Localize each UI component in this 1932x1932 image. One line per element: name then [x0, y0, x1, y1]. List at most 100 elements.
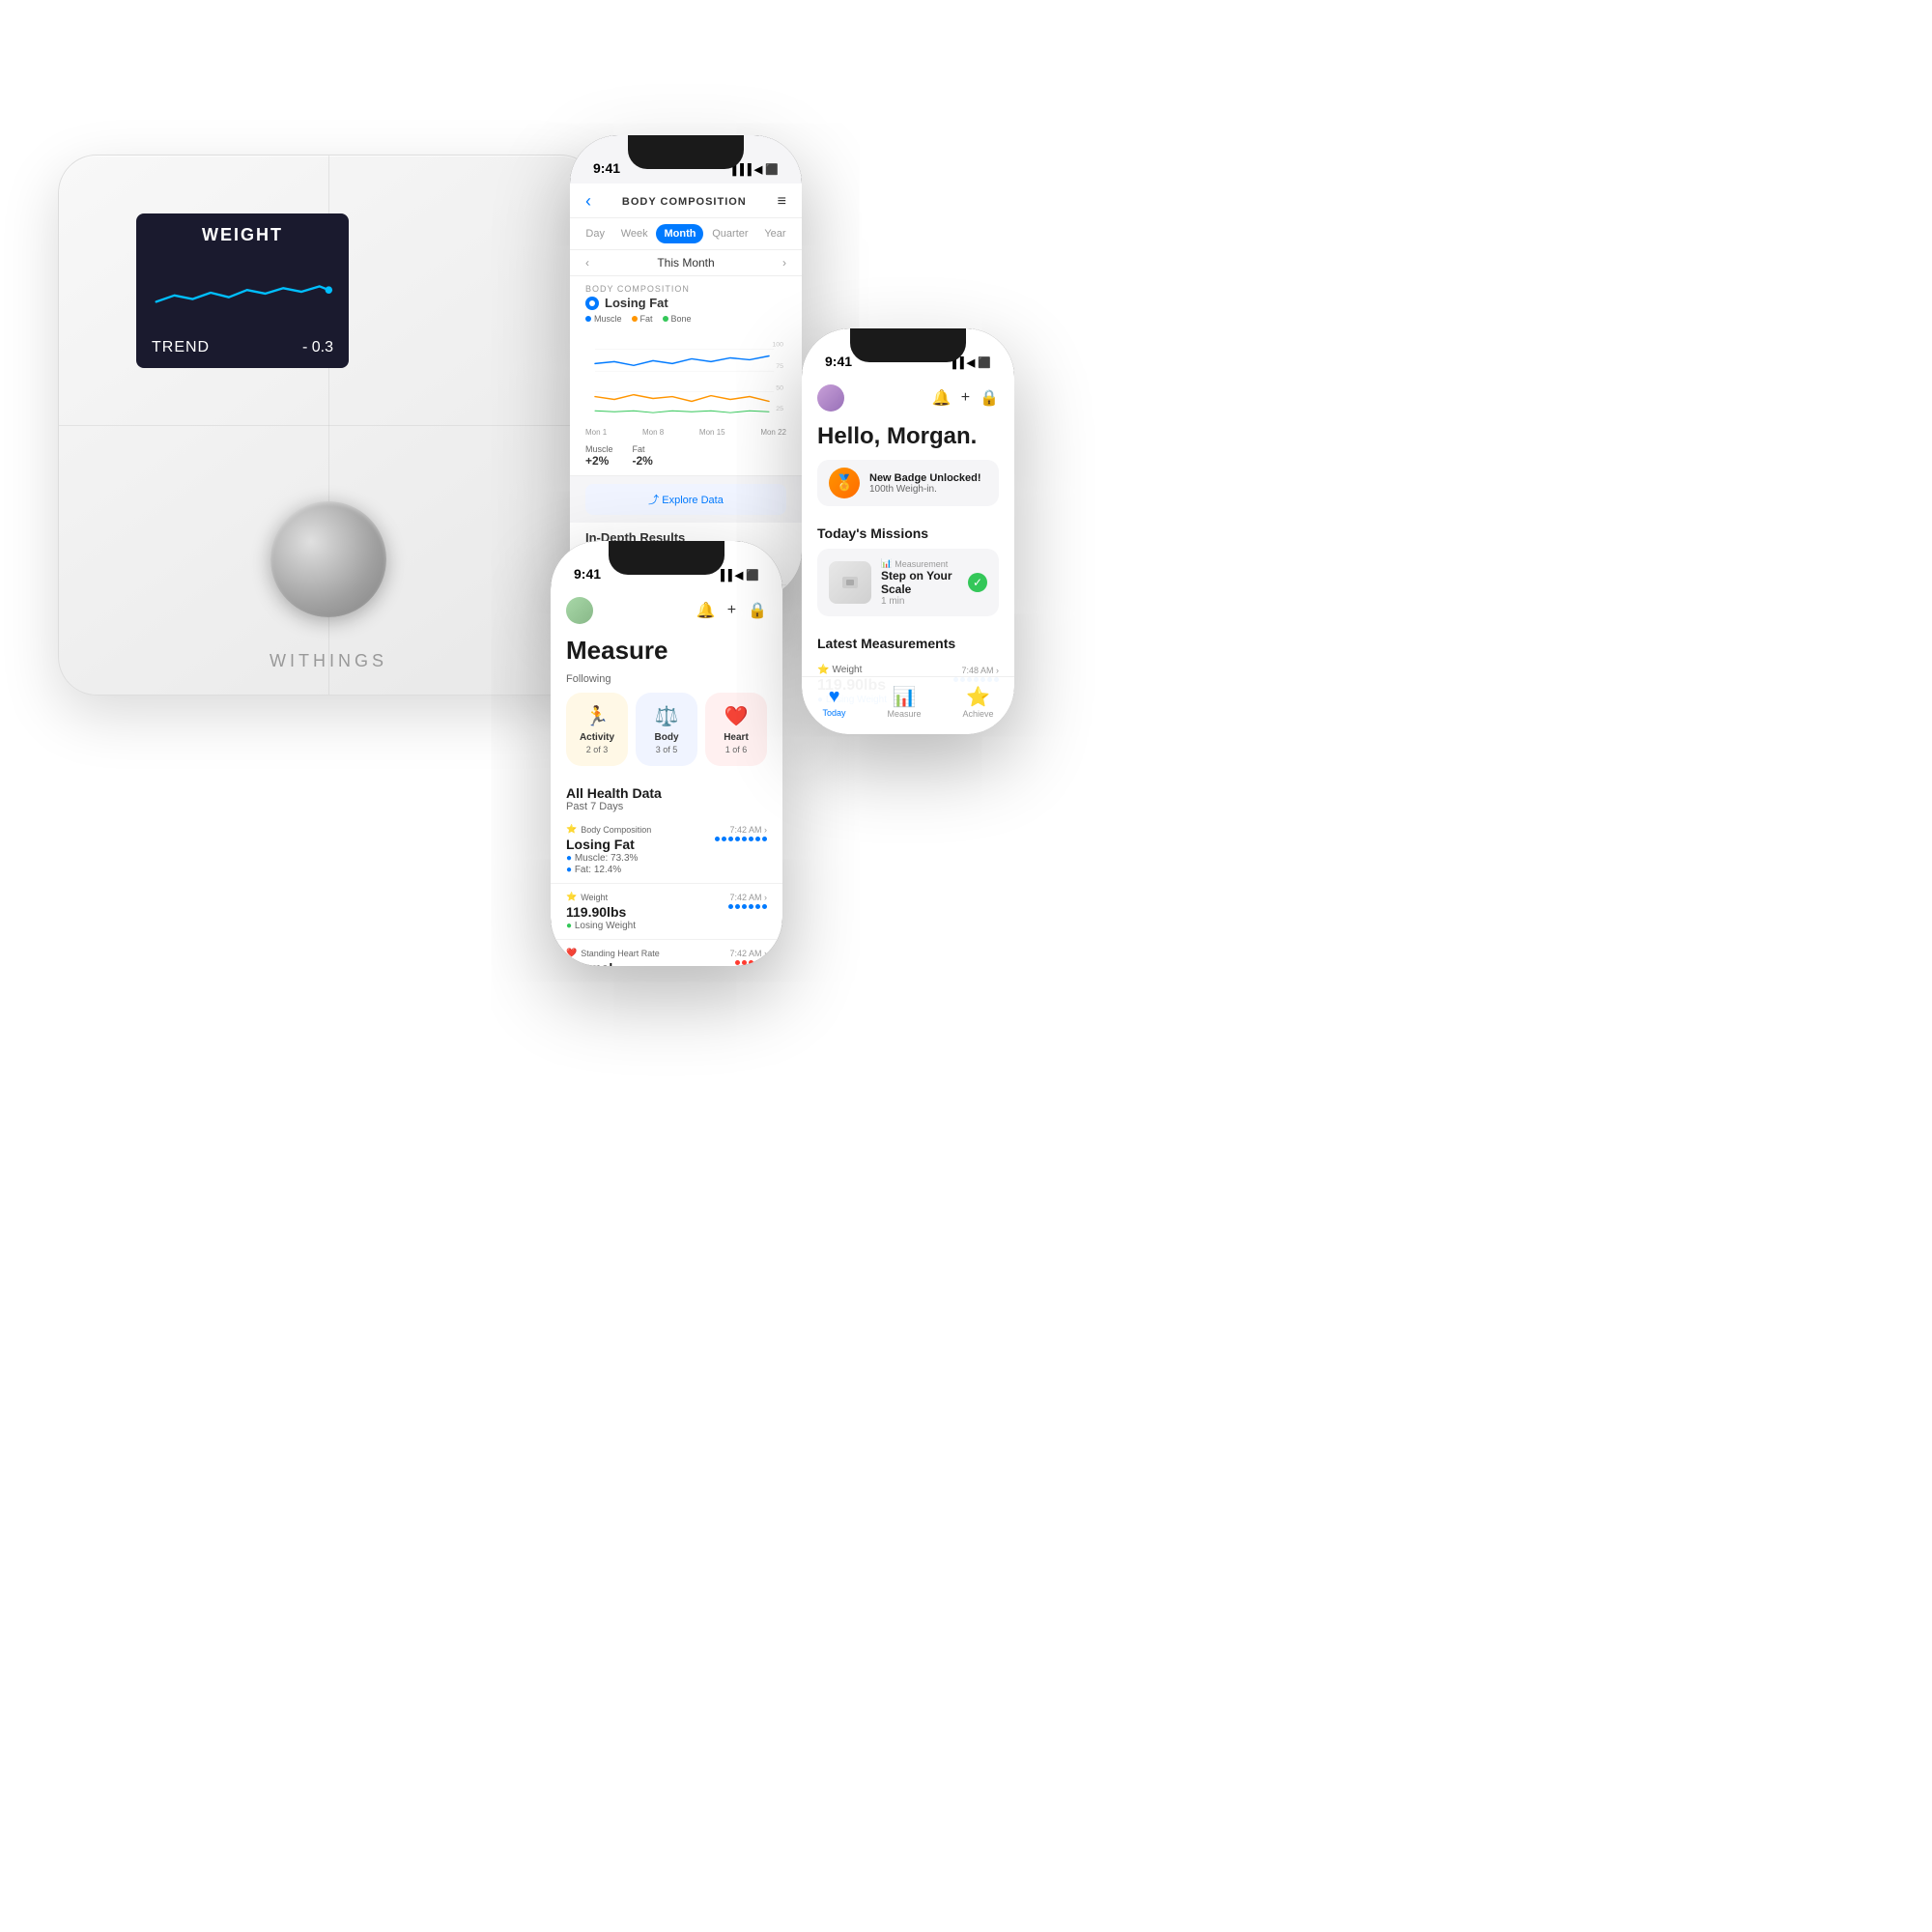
all-health-title: All Health Data	[566, 785, 767, 801]
body-comp-icon: ⭐	[566, 824, 577, 835]
bc-menu-btn[interactable]: ≡	[778, 193, 786, 211]
heart-rate-icon: ❤️	[566, 948, 577, 958]
heart-sparkline	[735, 960, 767, 965]
morgan-header-bar: 🔔 + 🔒	[802, 377, 1014, 419]
fat-dot: ●	[566, 865, 572, 875]
tab-quarter[interactable]: Quarter	[704, 224, 755, 243]
bc-explore-btn[interactable]: ⤴ Explore Data	[585, 484, 786, 515]
today-icon: ♥	[822, 686, 845, 708]
bc-status-text: Losing Fat	[605, 296, 668, 310]
weight-type: Weight	[832, 665, 862, 675]
bc-prev-period[interactable]: ‹	[585, 256, 589, 270]
tab-month[interactable]: Month	[656, 224, 703, 243]
tab-achieve[interactable]: ⭐ Achieve	[962, 685, 993, 719]
mission-thumbnail	[829, 561, 871, 604]
bc-next-period[interactable]: ›	[782, 256, 786, 270]
heart-card[interactable]: ❤️ Heart 1 of 6	[705, 693, 767, 766]
activity-icon: 🏃	[574, 704, 620, 728]
weight-star-icon: ⭐	[817, 665, 829, 675]
badge-text: New Badge Unlocked! 100th Weigh-in.	[869, 472, 981, 495]
bc-stat-fat: Fat -2%	[633, 444, 653, 468]
following-cards: 🏃 Activity 2 of 3 ⚖️ Body 3 of 5 ❤️ Hear…	[551, 693, 782, 778]
phone1-time: 9:41	[593, 160, 620, 176]
mission-type-label: Measurement	[895, 559, 948, 569]
body-card[interactable]: ⚖️ Body 3 of 5	[636, 693, 697, 766]
weight-status-dot: ●	[566, 921, 572, 931]
morgan-lock-icon[interactable]: 🔒	[980, 388, 999, 408]
health-item-body-composition[interactable]: ⭐ Body Composition 7:42 AM › Losing Fat …	[551, 816, 782, 884]
badge-sub: 100th Weigh-in.	[869, 484, 981, 495]
badge-card: 🏅 New Badge Unlocked! 100th Weigh-in.	[817, 460, 999, 506]
latest-weight-type: ⭐ Weight	[817, 665, 862, 675]
missions-section: Today's Missions 📊 Measurement Step on Y…	[802, 518, 1014, 628]
bc-screen-title: BODY COMPOSITION	[622, 196, 747, 208]
legend-bone: Bone	[663, 314, 692, 324]
morgan-plus-icon[interactable]: +	[961, 389, 970, 407]
missions-title: Today's Missions	[817, 526, 999, 541]
activity-progress: 2 of 3	[574, 745, 620, 754]
heart-card-name: Heart	[713, 732, 759, 743]
measure-header-icons: 🔔 + 🔒	[696, 601, 767, 620]
lock-icon[interactable]: 🔒	[748, 601, 767, 620]
tab-day[interactable]: Day	[578, 224, 612, 243]
body-comp-type-label: Body Composition	[581, 825, 651, 835]
weight-sparkline	[728, 904, 767, 909]
body-icon: ⚖️	[643, 704, 690, 728]
body-comp-detail2: ● Fat: 12.4%	[566, 865, 638, 875]
health-item-time-1: 7:42 AM ›	[729, 825, 767, 835]
achieve-icon: ⭐	[962, 685, 993, 709]
mission-check: ✓	[968, 573, 987, 592]
tab-measure-label: Measure	[887, 709, 921, 719]
mission-name: Step on Your Scale	[881, 569, 958, 596]
explore-icon: ⤴	[648, 495, 659, 506]
chart-label-3: Mon 15	[699, 428, 725, 437]
heart-rate-val: Normal	[566, 960, 612, 966]
svg-text:25: 25	[776, 406, 783, 412]
measure-tab-icon: 📊	[887, 685, 921, 709]
morgan-header-icons: 🔔 + 🔒	[932, 388, 999, 408]
heart-icon: ❤️	[713, 704, 759, 728]
bell-icon[interactable]: 🔔	[696, 601, 716, 620]
tab-week[interactable]: Week	[613, 224, 656, 243]
activity-card-name: Activity	[574, 732, 620, 743]
body-comp-detail1: ● Muscle: 73.3%	[566, 853, 638, 864]
bc-status-dot	[585, 297, 599, 310]
explore-label: Explore Data	[662, 495, 724, 506]
chart-label-1: Mon 1	[585, 428, 607, 437]
phone1-status-bar: 9:41 ▐▐▐ ◀ ⬛	[570, 135, 802, 184]
bc-chart: 100 75 50 25	[570, 331, 802, 428]
bc-stats-row: Muscle +2% Fat -2%	[570, 440, 802, 476]
mission-card[interactable]: 📊 Measurement Step on Your Scale 1 min ✓	[817, 549, 999, 616]
phone-measure: 9:41 ▐▐ ◀ ⬛ 🔔 + 🔒 Measure Following 🏃 Ac…	[551, 541, 782, 966]
health-item-heart[interactable]: ❤️ Standing Heart Rate 7:42 AM › Normal …	[551, 940, 782, 966]
phone3-status-bar: 9:41 ▐▐ ◀ ⬛	[802, 328, 1014, 377]
tab-measure[interactable]: 📊 Measure	[887, 685, 921, 719]
tab-year[interactable]: Year	[756, 224, 793, 243]
body-comp-sparkline	[715, 837, 767, 841]
health-item-type-1: ⭐ Body Composition	[566, 824, 651, 835]
phone2-time: 9:41	[574, 566, 601, 582]
tab-today[interactable]: ♥ Today	[822, 686, 845, 718]
body-card-name: Body	[643, 732, 690, 743]
latest-weight-time: 7:48 AM ›	[961, 666, 999, 675]
heart-rate-type-label: Standing Heart Rate	[581, 949, 660, 958]
morgan-avatar	[817, 384, 844, 412]
health-item-time-3: 7:42 AM ›	[729, 949, 767, 958]
legend-muscle: Muscle	[585, 314, 622, 324]
activity-card[interactable]: 🏃 Activity 2 of 3	[566, 693, 628, 766]
morgan-greeting: Hello, Morgan.	[802, 419, 1014, 460]
phone3-time: 9:41	[825, 354, 852, 369]
body-comp-name: Losing Fat	[566, 837, 638, 852]
bc-section-label: BODY COMPOSITION	[585, 284, 786, 294]
phone1-screen: 9:41 ▐▐▐ ◀ ⬛ ‹ BODY COMPOSITION ≡ Day We…	[570, 135, 802, 599]
all-health-section: All Health Data Past 7 Days	[551, 778, 782, 816]
all-health-sub: Past 7 Days	[566, 801, 767, 812]
bc-back-btn[interactable]: ‹	[585, 191, 591, 212]
weight-val: 119.90lbs	[566, 904, 636, 920]
plus-icon[interactable]: +	[727, 602, 736, 619]
bc-period-bar: ‹ This Month ›	[570, 250, 802, 276]
morgan-bell-icon[interactable]: 🔔	[932, 388, 952, 408]
body-progress: 3 of 5	[643, 745, 690, 754]
health-item-weight[interactable]: ⭐ Weight 7:42 AM › 119.90lbs ● Losing We…	[551, 884, 782, 940]
phone1-status-icons: ▐▐▐ ◀ ⬛	[728, 163, 779, 176]
